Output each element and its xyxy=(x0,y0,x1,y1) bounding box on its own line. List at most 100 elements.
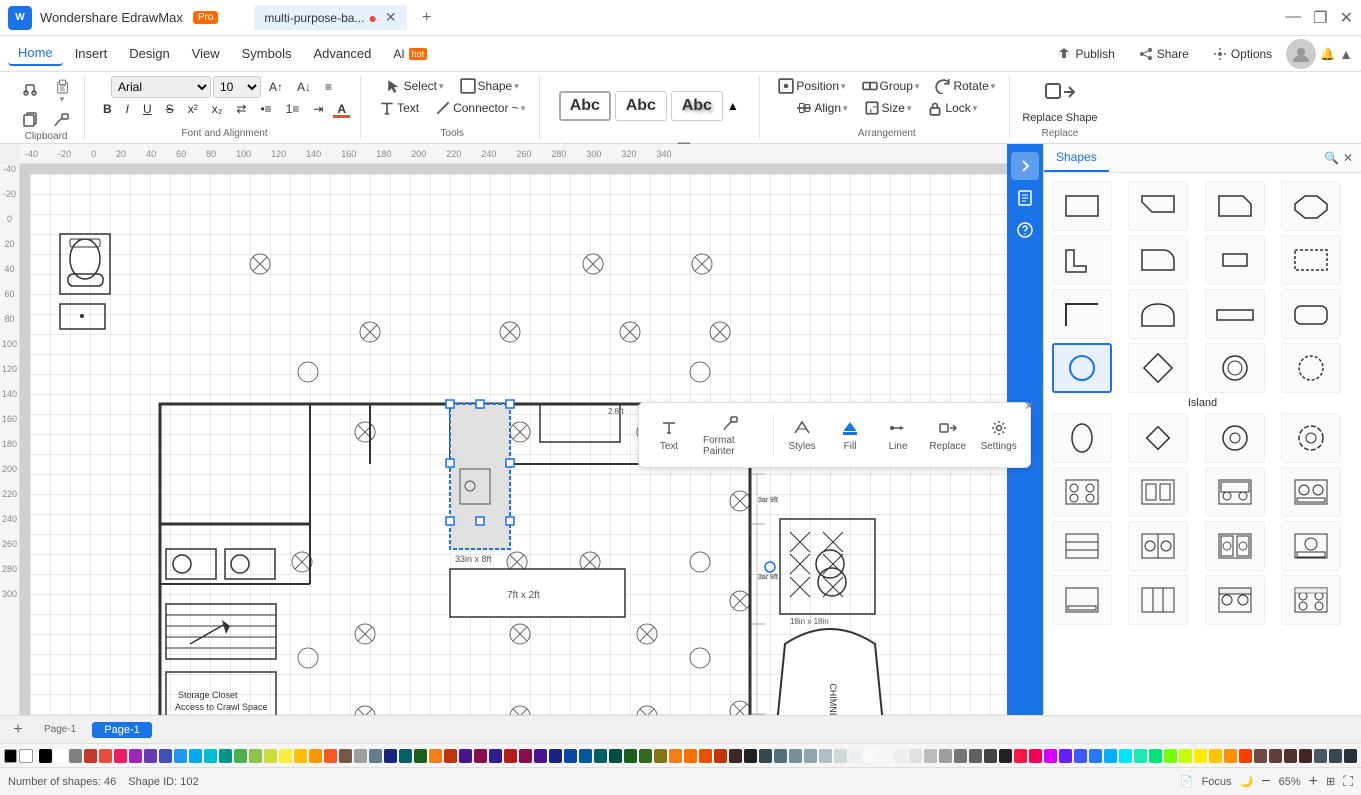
zoom-plus[interactable]: + xyxy=(1309,773,1318,791)
decrease-font-button[interactable]: A↓ xyxy=(291,78,317,96)
menu-ai[interactable]: AI hot xyxy=(383,43,437,65)
color-swatch[interactable] xyxy=(969,749,982,763)
shape-wide-rect[interactable] xyxy=(1205,289,1265,339)
color-swatch[interactable] xyxy=(639,749,652,763)
color-swatch[interactable] xyxy=(369,749,382,763)
color-swatch[interactable] xyxy=(1254,749,1267,763)
style-abc-3[interactable]: Abc xyxy=(671,91,723,121)
color-swatch[interactable] xyxy=(819,749,832,763)
rotation-handle[interactable] xyxy=(765,562,775,572)
float-text-button[interactable]: Text xyxy=(647,415,691,456)
list-button[interactable]: 1≡ xyxy=(280,100,306,118)
shape-grid-double[interactable] xyxy=(1128,467,1188,517)
color-swatch[interactable] xyxy=(54,749,67,763)
shape-app-6[interactable] xyxy=(1281,575,1341,625)
color-swatch[interactable] xyxy=(1149,749,1162,763)
float-styles-button[interactable]: Styles xyxy=(780,415,824,456)
font-color-button[interactable]: A xyxy=(331,100,352,118)
color-swatch[interactable] xyxy=(849,749,862,763)
menu-design[interactable]: Design xyxy=(119,42,179,65)
italic-button[interactable]: I xyxy=(120,100,135,118)
color-swatch[interactable] xyxy=(309,749,322,763)
color-swatch[interactable] xyxy=(69,749,82,763)
text-align-button[interactable]: ≡ xyxy=(319,78,338,96)
collapse-panel-icon[interactable]: ▲ xyxy=(1339,46,1353,62)
color-swatch[interactable] xyxy=(234,749,247,763)
color-swatch[interactable] xyxy=(729,749,742,763)
color-swatch[interactable] xyxy=(1224,749,1237,763)
tab-name[interactable]: multi-purpose-ba... xyxy=(264,11,364,25)
shape-circle-selected[interactable] xyxy=(1052,343,1112,393)
color-swatch[interactable] xyxy=(114,749,127,763)
shape-app-4[interactable] xyxy=(1281,521,1341,571)
color-swatch[interactable] xyxy=(1284,749,1297,763)
menu-insert[interactable]: Insert xyxy=(65,42,118,65)
color-swatch[interactable] xyxy=(1104,749,1117,763)
shape-tl-bracket[interactable] xyxy=(1052,289,1112,339)
color-swatch[interactable] xyxy=(429,749,442,763)
increase-font-button[interactable]: A↑ xyxy=(263,78,289,96)
group-button[interactable]: Group ▾ xyxy=(856,76,926,96)
size-button[interactable]: Size ▾ xyxy=(858,98,918,118)
color-swatch[interactable] xyxy=(759,749,772,763)
shape-diamond-ring[interactable] xyxy=(1128,343,1188,393)
float-fill-button[interactable]: Fill xyxy=(828,415,872,456)
color-swatch[interactable] xyxy=(939,749,952,763)
color-picker-1[interactable] xyxy=(4,749,17,763)
shape-app-3[interactable] xyxy=(1205,521,1265,571)
color-swatch[interactable] xyxy=(1299,749,1312,763)
font-size-select[interactable]: 10 xyxy=(213,76,261,98)
color-swatch[interactable] xyxy=(39,749,52,763)
shape-grid-6[interactable] xyxy=(1052,467,1112,517)
menu-symbols[interactable]: Symbols xyxy=(232,42,302,65)
shape-grid-3row[interactable] xyxy=(1052,521,1112,571)
float-format-painter-button[interactable]: Format Painter xyxy=(695,409,767,461)
color-swatch[interactable] xyxy=(879,749,892,763)
new-tab-button[interactable]: + xyxy=(415,6,439,30)
zoom-minus[interactable]: − xyxy=(1261,773,1270,791)
color-swatch[interactable] xyxy=(144,749,157,763)
color-swatch[interactable] xyxy=(624,749,637,763)
copy-button[interactable] xyxy=(16,109,44,129)
panel-close-icon[interactable]: ✕ xyxy=(1343,151,1353,165)
color-swatch[interactable] xyxy=(279,749,292,763)
color-swatch[interactable] xyxy=(954,749,967,763)
connector-button[interactable]: Connector ~ ▾ xyxy=(429,98,531,118)
color-swatch[interactable] xyxy=(999,749,1012,763)
shapes-tab[interactable]: Shapes xyxy=(1044,144,1109,172)
color-swatch[interactable] xyxy=(519,749,532,763)
color-swatch[interactable] xyxy=(609,749,622,763)
fullscreen-button[interactable]: ⛶ xyxy=(1343,773,1353,790)
color-swatch[interactable] xyxy=(264,749,277,763)
color-picker-2[interactable] xyxy=(19,749,32,763)
color-swatch[interactable] xyxy=(474,749,487,763)
sidebar-document-button[interactable] xyxy=(1011,184,1039,212)
focus-button[interactable]: Focus xyxy=(1202,776,1232,788)
color-swatch[interactable] xyxy=(684,749,697,763)
add-page-button[interactable]: + xyxy=(8,720,28,740)
shape-arch[interactable] xyxy=(1128,289,1188,339)
color-swatch[interactable] xyxy=(804,749,817,763)
style-abc-1[interactable]: Abc xyxy=(559,91,611,121)
color-swatch[interactable] xyxy=(249,749,262,763)
color-swatch[interactable] xyxy=(564,749,577,763)
color-swatch[interactable] xyxy=(174,749,187,763)
maximize-button[interactable]: ❐ xyxy=(1313,8,1327,28)
shape-star-outline[interactable] xyxy=(1281,413,1341,463)
shape-portrait-oval[interactable] xyxy=(1052,413,1112,463)
color-swatch[interactable] xyxy=(99,749,112,763)
color-swatch[interactable] xyxy=(504,749,517,763)
canvas-paper[interactable]: 33in x 8ft 2.8ft 7ft x 2ft xyxy=(30,174,1031,715)
color-swatch[interactable] xyxy=(129,749,142,763)
float-line-button[interactable]: Line xyxy=(876,415,920,456)
indent-button[interactable]: ⇥ xyxy=(307,100,329,118)
color-swatch[interactable] xyxy=(1119,749,1132,763)
publish-button[interactable]: Publish xyxy=(1047,43,1124,65)
color-swatch[interactable] xyxy=(579,749,592,763)
color-swatch[interactable] xyxy=(594,749,607,763)
color-swatch[interactable] xyxy=(1014,749,1027,763)
shape-l-bracket[interactable] xyxy=(1052,235,1112,285)
color-swatch[interactable] xyxy=(384,749,397,763)
text-button[interactable]: Text xyxy=(373,98,425,118)
color-swatch[interactable] xyxy=(159,749,172,763)
